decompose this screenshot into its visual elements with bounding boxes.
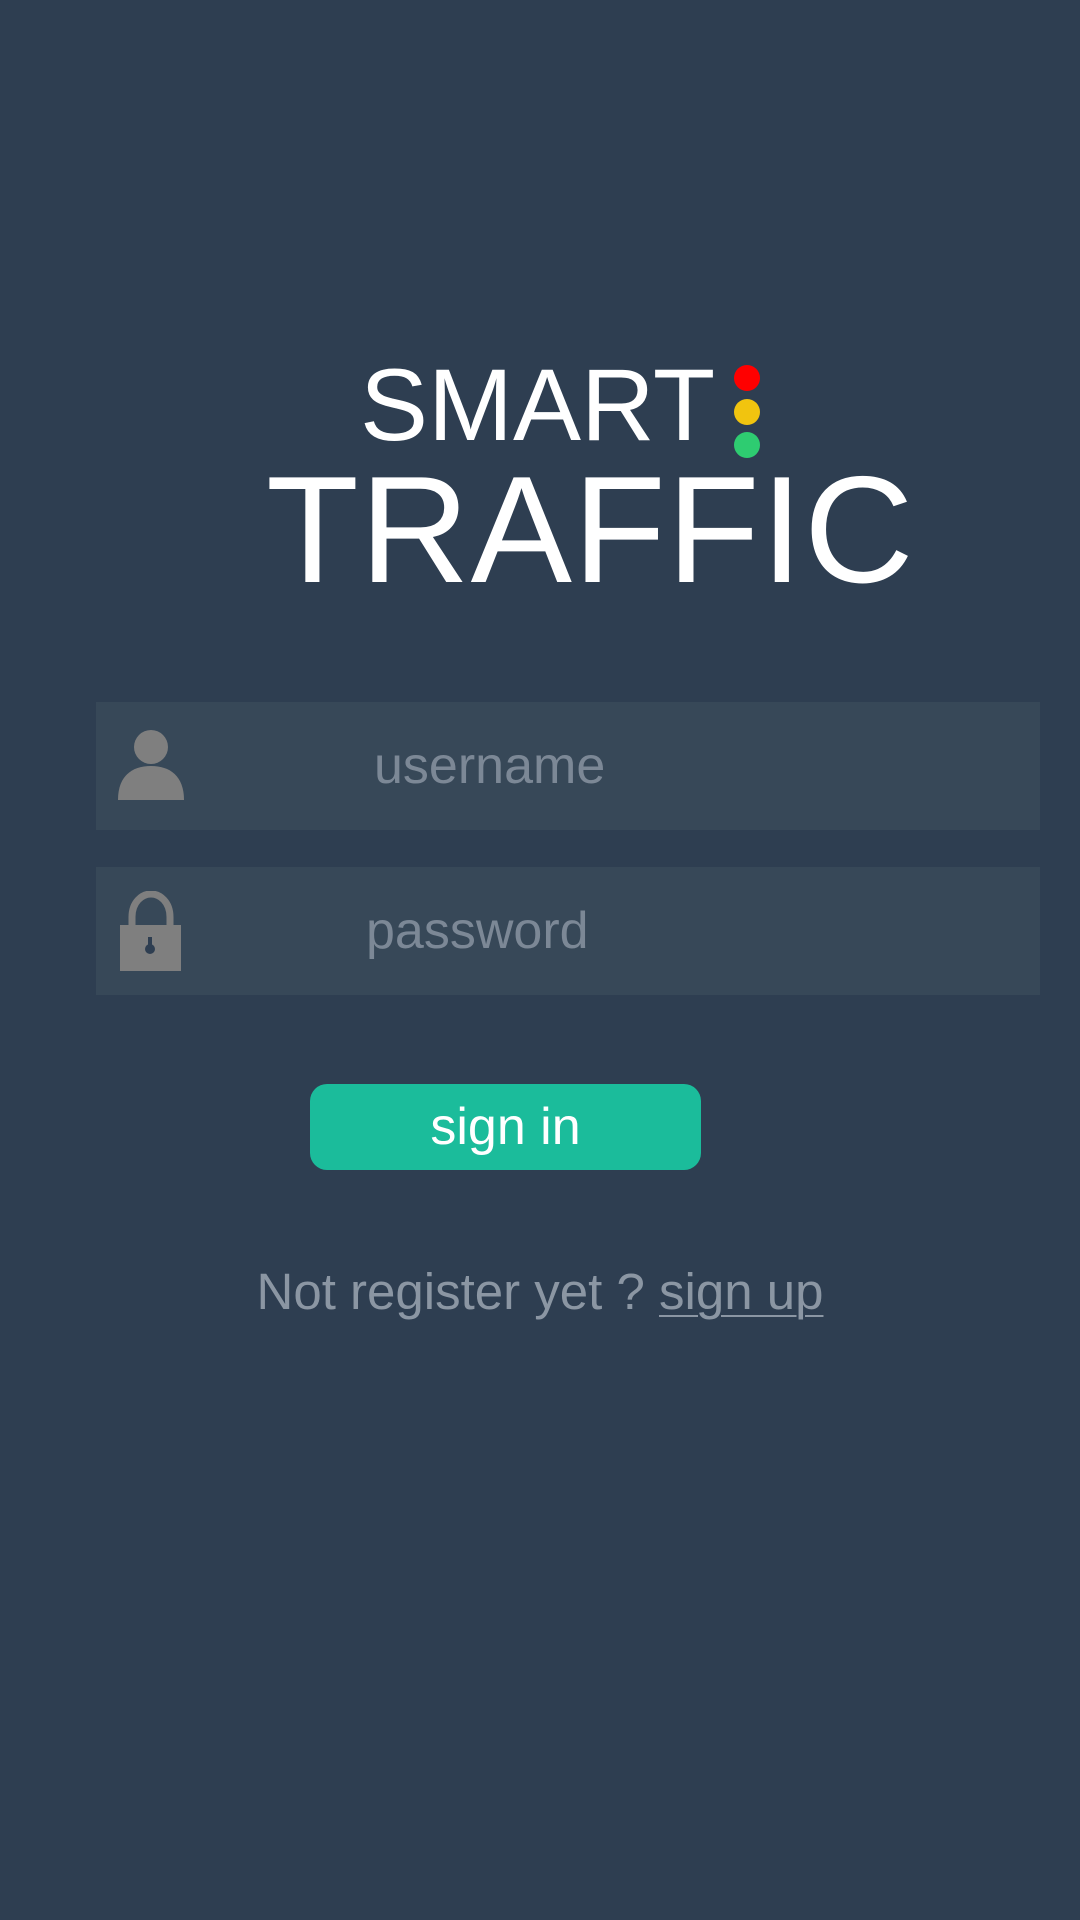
lock-icon [118,890,196,971]
register-prompt: Not register yet ? sign up [0,1262,1080,1322]
username-input[interactable] [374,702,1014,830]
password-field[interactable] [96,867,1040,995]
traffic-light-red-icon [734,365,760,391]
sign-up-link[interactable]: sign up [659,1263,823,1320]
sign-in-button[interactable]: sign in [310,1084,701,1170]
logo-title-smart: SMART [360,348,716,462]
traffic-light-yellow-icon [734,399,760,425]
app-logo: SMART TRAFFIC [0,0,1080,606]
password-input[interactable] [366,867,1016,995]
user-icon [118,726,196,806]
logo-title-traffic: TRAFFIC [266,445,915,615]
username-field[interactable] [96,702,1040,830]
register-prompt-text: Not register yet ? [256,1263,660,1320]
